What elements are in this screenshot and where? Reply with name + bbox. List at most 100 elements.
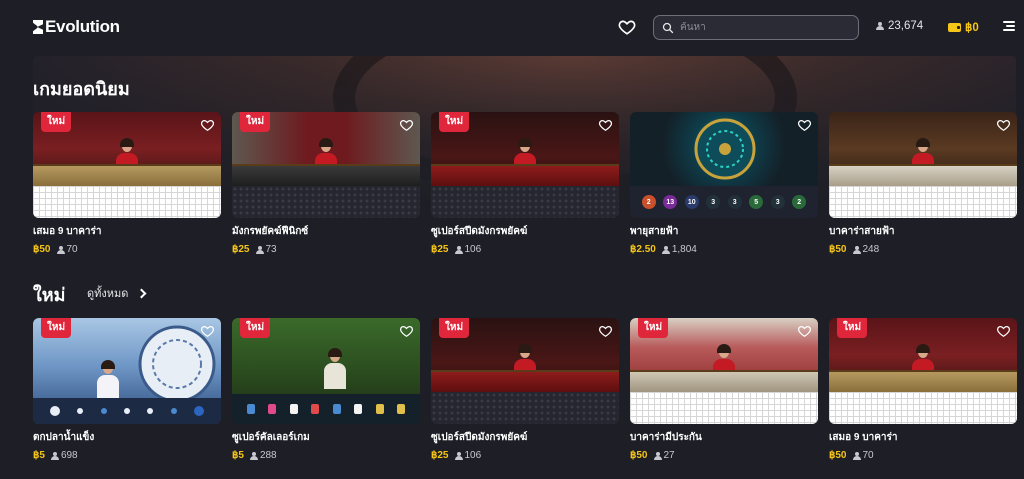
heart-icon[interactable] — [797, 118, 812, 132]
heart-icon[interactable] — [797, 324, 812, 338]
scoreboard — [33, 186, 221, 218]
players: 70 — [56, 244, 78, 255]
min-bet: ฿50 — [33, 244, 51, 255]
balance[interactable]: ฿0 — [948, 20, 979, 34]
game-thumbnail[interactable]: ใหม่ — [431, 112, 619, 218]
popular-section-title: เกมยอดนิยม — [33, 79, 130, 99]
search-box[interactable] — [653, 15, 859, 40]
wallet-icon — [948, 22, 961, 32]
heart-icon[interactable] — [598, 324, 613, 338]
game-name[interactable]: เสมอ 9 บาคาร่า — [829, 430, 1017, 445]
evolution-logo-icon — [33, 20, 43, 34]
heart-icon[interactable] — [200, 324, 215, 338]
game-card[interactable]: ใหม่ ซูเปอร์สปีดมังกรพยัคฆ์ ฿25 106 — [431, 318, 619, 461]
game-name[interactable]: เสมอ 9 บาคาร่า — [33, 224, 221, 239]
player-count: 106 — [464, 244, 482, 255]
new-badge: ใหม่ — [638, 318, 669, 338]
players: 106 — [454, 450, 482, 461]
min-bet: ฿2.50 — [630, 244, 656, 255]
player-count: 73 — [265, 244, 277, 255]
game-card[interactable]: 2 13 10 3 3 5 3 2 พายุสายฟ้า ฿2.50 1,804 — [630, 112, 818, 255]
menu-icon[interactable] — [1003, 21, 1015, 31]
game-meta: ฿25 73 — [232, 244, 420, 255]
scoreboard — [431, 186, 619, 218]
game-thumbnail[interactable]: ใหม่ — [829, 318, 1017, 424]
player-count: 70 — [66, 244, 78, 255]
balance-value: ฿0 — [965, 22, 979, 34]
online-players: 23,674 — [876, 20, 923, 32]
heart-icon[interactable] — [996, 118, 1011, 132]
game-name[interactable]: บาคาร่าสายฟ้า — [829, 224, 1017, 239]
players: 73 — [255, 244, 277, 255]
search-input[interactable] — [680, 22, 850, 33]
game-meta: ฿25 106 — [431, 450, 619, 461]
game-card[interactable]: ใหม่ บาคาร่ามีประกัน ฿50 27 — [630, 318, 818, 461]
min-bet: ฿50 — [829, 244, 847, 255]
evolution-logo[interactable]: Evolution — [33, 17, 120, 37]
min-bet: ฿25 — [232, 244, 250, 255]
heart-icon[interactable] — [200, 118, 215, 132]
search-icon — [662, 22, 674, 33]
wheel-icon — [694, 118, 756, 180]
game-thumbnail[interactable] — [829, 112, 1017, 218]
game-thumbnail[interactable]: 2 13 10 3 3 5 3 2 — [630, 112, 818, 218]
game-meta: ฿50 70 — [829, 450, 1017, 461]
see-all-link[interactable]: ดูทั้งหมด — [87, 284, 147, 302]
game-card[interactable]: ใหม่ มังกรพยัคฆ์ฟีนิกซ์ ฿25 73 — [232, 112, 420, 255]
game-card[interactable]: บาคาร่าสายฟ้า ฿50 248 — [829, 112, 1017, 255]
results-bar — [232, 394, 420, 424]
game-name[interactable]: พายุสายฟ้า — [630, 224, 818, 239]
game-name[interactable]: บาคาร่ามีประกัน — [630, 430, 818, 445]
game-meta: ฿5 698 — [33, 450, 221, 461]
heart-icon[interactable] — [598, 118, 613, 132]
game-thumbnail[interactable]: ใหม่ — [33, 112, 221, 218]
game-meta: ฿50 248 — [829, 244, 1017, 255]
game-name[interactable]: ซูเปอร์สปีดมังกรพยัคฆ์ — [431, 430, 619, 445]
game-name[interactable]: ซูเปอร์สปีดมังกรพยัคฆ์ — [431, 224, 619, 239]
game-meta: ฿25 106 — [431, 244, 619, 255]
user-icon — [454, 245, 463, 254]
scoreboard — [431, 392, 619, 424]
top-bar: Evolution 23,674 ฿0 — [0, 0, 1024, 56]
new-section-title: ใหม่ — [33, 285, 66, 305]
players: 106 — [454, 244, 482, 255]
heart-icon[interactable] — [996, 324, 1011, 338]
game-thumbnail[interactable]: ใหม่ — [431, 318, 619, 424]
game-card[interactable]: ใหม่ ซูเปอร์คัลเลอร์เกม ฿5 288 — [232, 318, 420, 461]
min-bet: ฿5 — [232, 450, 244, 461]
user-icon — [876, 22, 884, 30]
players: 248 — [852, 244, 879, 255]
logo-text: Evolution — [45, 17, 120, 36]
results-bar: 2 13 10 3 3 5 3 2 — [630, 186, 818, 218]
new-badge: ใหม่ — [240, 318, 271, 338]
player-count: 27 — [663, 450, 675, 461]
game-card[interactable]: ใหม่ เสมอ 9 บาคาร่า ฿50 70 — [33, 112, 221, 255]
new-badge: ใหม่ — [41, 318, 72, 338]
game-name[interactable]: มังกรพยัคฆ์ฟีนิกซ์ — [232, 224, 420, 239]
game-thumbnail[interactable]: ใหม่ — [33, 318, 221, 424]
game-card[interactable]: ใหม่ เสมอ 9 บาคาร่า ฿50 70 — [829, 318, 1017, 461]
game-name[interactable]: ตกปลาน้ำแข็ง — [33, 430, 221, 445]
heart-icon[interactable] — [399, 324, 414, 338]
game-thumbnail[interactable]: ใหม่ — [232, 112, 420, 218]
game-scene — [829, 112, 1017, 186]
new-badge: ใหม่ — [439, 112, 470, 132]
user-icon — [56, 245, 65, 254]
game-name[interactable]: ซูเปอร์คัลเลอร์เกม — [232, 430, 420, 445]
player-count: 698 — [60, 450, 78, 461]
game-thumbnail[interactable]: ใหม่ — [630, 318, 818, 424]
user-icon — [454, 451, 463, 460]
user-icon — [661, 245, 670, 254]
heart-icon[interactable] — [618, 18, 636, 36]
scoreboard — [630, 392, 818, 424]
game-thumbnail[interactable]: ใหม่ — [232, 318, 420, 424]
new-badge: ใหม่ — [41, 112, 72, 132]
player-count: 70 — [862, 450, 874, 461]
game-card[interactable]: ใหม่ ตกปลาน้ำแข็ง ฿5 698 — [33, 318, 221, 461]
game-card[interactable]: ใหม่ ซูเปอร์สปีดมังกรพยัคฆ์ ฿25 106 — [431, 112, 619, 255]
user-icon — [50, 451, 59, 460]
players: 288 — [249, 450, 277, 461]
player-count: 106 — [464, 450, 482, 461]
min-bet: ฿25 — [431, 450, 449, 461]
heart-icon[interactable] — [399, 118, 414, 132]
